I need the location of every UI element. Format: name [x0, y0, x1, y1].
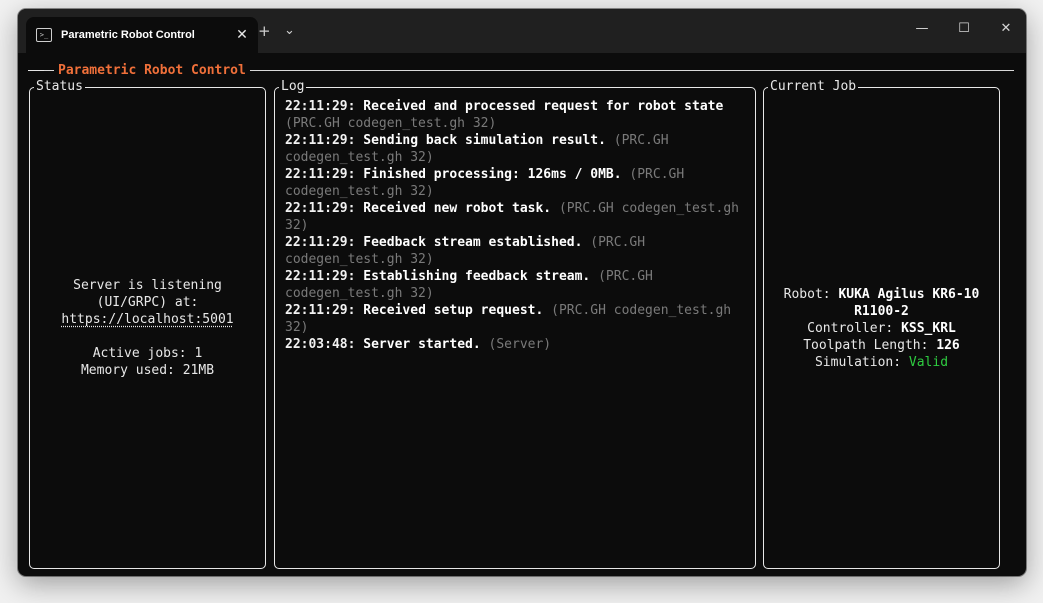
- log-entry: 22:11:29: Finished processing: 126ms / 0…: [285, 167, 685, 199]
- log-entry: 22:11:29: Received setup request. (PRC.G…: [285, 303, 732, 335]
- log-entry: 22:11:29: Feedback stream established. (…: [285, 235, 646, 267]
- minimize-button[interactable]: —: [902, 19, 942, 39]
- job-controller: Controller: KSS_KRL: [807, 320, 956, 336]
- status-panel: Status Server is listening (UI/GRPC) at:…: [29, 79, 266, 569]
- job-toolpath-length: Toolpath Length: 126: [803, 337, 960, 353]
- app-title: Parametric Robot Control: [28, 61, 250, 80]
- simulation-status: Valid: [908, 354, 949, 370]
- tab-close-icon[interactable]: ✕: [228, 27, 256, 43]
- server-url-link[interactable]: https://localhost:5001: [61, 311, 233, 328]
- log-entry: 22:11:29: Received and processed request…: [285, 99, 724, 131]
- log-panel: Log 22:11:29: Received and processed req…: [274, 79, 756, 569]
- log-entry: 22:11:29: Establishing feedback stream. …: [285, 269, 653, 301]
- terminal-icon: >_: [36, 28, 52, 42]
- active-jobs: Active jobs: 1: [92, 346, 203, 361]
- log-list: 22:11:29: Received and processed request…: [285, 98, 747, 353]
- terminal-content: Parametric Robot Control Status Server i…: [18, 53, 1026, 576]
- terminal-window: >_ Parametric Robot Control ✕ + ⌄ — ☐ ✕ …: [18, 9, 1026, 576]
- close-button[interactable]: ✕: [986, 19, 1026, 39]
- log-entry: 22:11:29: Sending back simulation result…: [285, 133, 669, 165]
- status-body: Server is listening (UI/GRPC) at: https:…: [30, 88, 265, 568]
- job-robot: Robot: KUKA Agilus KR6-10 R1100-2: [783, 286, 980, 319]
- job-simulation: Simulation: Valid: [814, 354, 949, 370]
- app-header: Parametric Robot Control: [18, 61, 1026, 81]
- maximize-button[interactable]: ☐: [944, 19, 984, 39]
- log-entry: 22:11:29: Received new robot task. (PRC.…: [285, 201, 739, 233]
- status-line-2: (UI/GRPC) at:: [96, 295, 199, 310]
- log-panel-label: Log: [279, 79, 307, 95]
- tab-title: Parametric Robot Control: [61, 29, 195, 41]
- memory-used: Memory used: 21MB: [80, 363, 215, 378]
- log-entry: 22:03:48: Server started. (Server): [285, 337, 552, 352]
- terminal-tab[interactable]: >_ Parametric Robot Control ✕: [26, 17, 258, 53]
- title-bar: >_ Parametric Robot Control ✕ + ⌄ — ☐ ✕: [18, 9, 1026, 53]
- new-tab-button[interactable]: +: [258, 21, 271, 41]
- dropdown-chevron-icon[interactable]: ⌄: [284, 21, 295, 41]
- current-job-panel: Current Job Robot: KUKA Agilus KR6-10 R1…: [763, 79, 1000, 569]
- job-body: Robot: KUKA Agilus KR6-10 R1100-2 Contro…: [764, 88, 999, 568]
- status-line-1: Server is listening: [73, 278, 222, 293]
